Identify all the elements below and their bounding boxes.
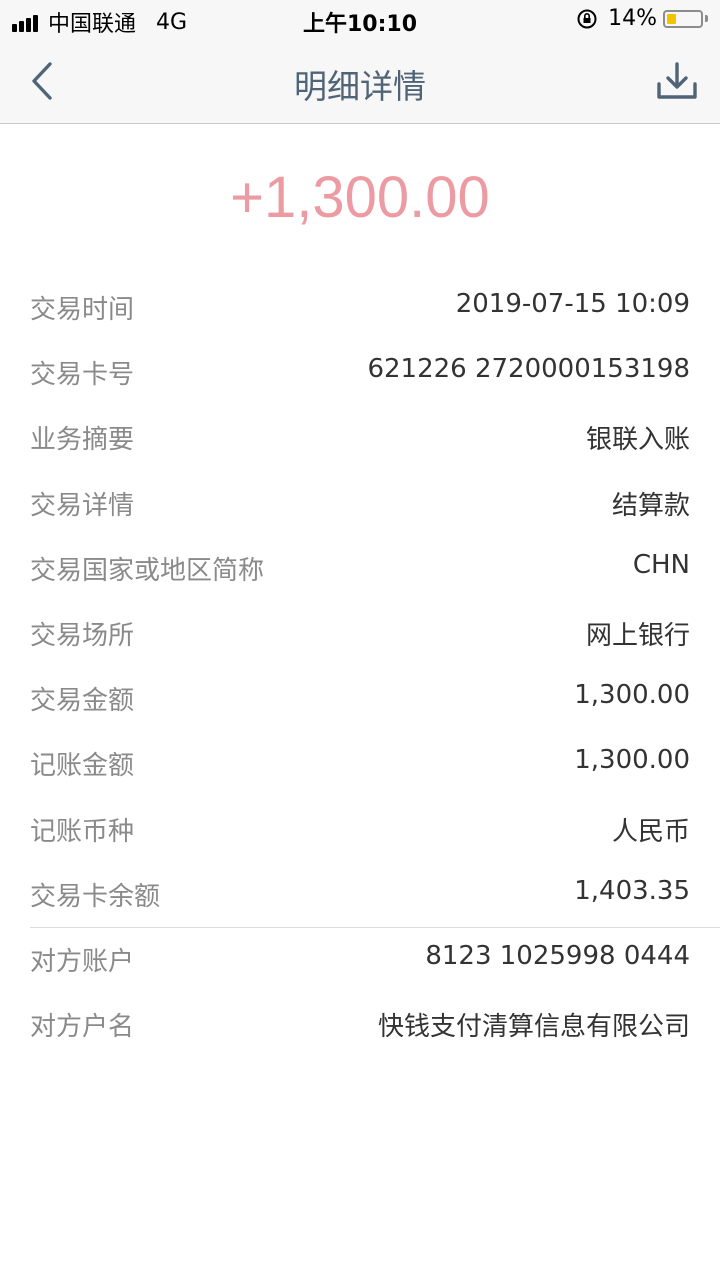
detail-row-summary: 业务摘要 银联入账 — [0, 403, 720, 468]
page-title: 明细详情 — [294, 67, 426, 106]
detail-label: 交易卡余额 — [30, 881, 161, 912]
battery-icon — [663, 9, 703, 28]
detail-row-counterparty-account: 对方账户 8123 1025998 0444 — [0, 925, 720, 990]
detail-row-description: 交易详情 结算款 — [0, 469, 720, 534]
detail-value: 1,300.00 — [574, 745, 690, 776]
section-divider — [30, 927, 720, 928]
detail-label: 对方户名 — [30, 1012, 135, 1043]
detail-label: 记账金额 — [30, 751, 135, 782]
detail-label: 交易时间 — [30, 295, 135, 325]
detail-label: 交易卡号 — [30, 360, 135, 391]
detail-row-posted-amount: 记账金额 1,300.00 — [0, 729, 720, 794]
nav-bar: 明细详情 — [0, 40, 720, 124]
detail-label: 交易场所 — [30, 620, 135, 651]
detail-row-counterparty-name: 对方户名 快钱支付清算信息有限公司 — [0, 990, 720, 1055]
detail-row-balance: 交易卡余额 1,403.35 — [0, 860, 720, 925]
detail-row-transaction-amount: 交易金额 1,300.00 — [0, 664, 720, 729]
detail-value: 1,300.00 — [574, 680, 690, 711]
transaction-amount: +1,300.00 — [230, 165, 490, 230]
download-button[interactable] — [656, 60, 698, 102]
detail-value: 621226 2720000153198 — [367, 354, 690, 385]
detail-value: 2019-07-15 10:09 — [455, 289, 690, 319]
detail-value: 1,403.35 — [574, 875, 690, 906]
detail-value: 银联入账 — [585, 425, 690, 456]
detail-label: 交易金额 — [30, 686, 135, 717]
orientation-lock-icon — [577, 9, 597, 28]
detail-row-country: 交易国家或地区简称 CHN — [0, 534, 720, 599]
battery-fill — [667, 13, 676, 24]
detail-label: 交易详情 — [30, 490, 135, 521]
battery-tip — [705, 15, 708, 22]
detail-value: CHN — [632, 549, 690, 580]
battery-percent: 14% — [608, 6, 657, 31]
detail-value: 网上银行 — [585, 620, 690, 651]
status-bar: 中国联通 4G 上午10:10 14% — [0, 0, 720, 40]
detail-label: 记账币种 — [30, 816, 135, 847]
detail-label: 对方账户 — [30, 946, 135, 977]
status-right: 14% — [576, 6, 708, 31]
detail-row-card-number: 交易卡号 621226 2720000153198 — [0, 338, 720, 403]
detail-label: 交易国家或地区简称 — [30, 555, 265, 586]
detail-value: 结算款 — [611, 490, 690, 521]
detail-row-currency: 记账币种 人民币 — [0, 795, 720, 860]
detail-value: 人民币 — [611, 816, 690, 847]
detail-row-time: 交易时间 2019-07-15 10:09 — [0, 273, 720, 338]
detail-value: 8123 1025998 0444 — [425, 940, 690, 971]
detail-list: 交易时间 2019-07-15 10:09 交易卡号 621226 272000… — [0, 273, 720, 1055]
detail-label: 业务摘要 — [30, 425, 135, 456]
detail-row-place: 交易场所 网上银行 — [0, 599, 720, 664]
detail-value: 快钱支付清算信息有限公司 — [377, 1012, 690, 1043]
